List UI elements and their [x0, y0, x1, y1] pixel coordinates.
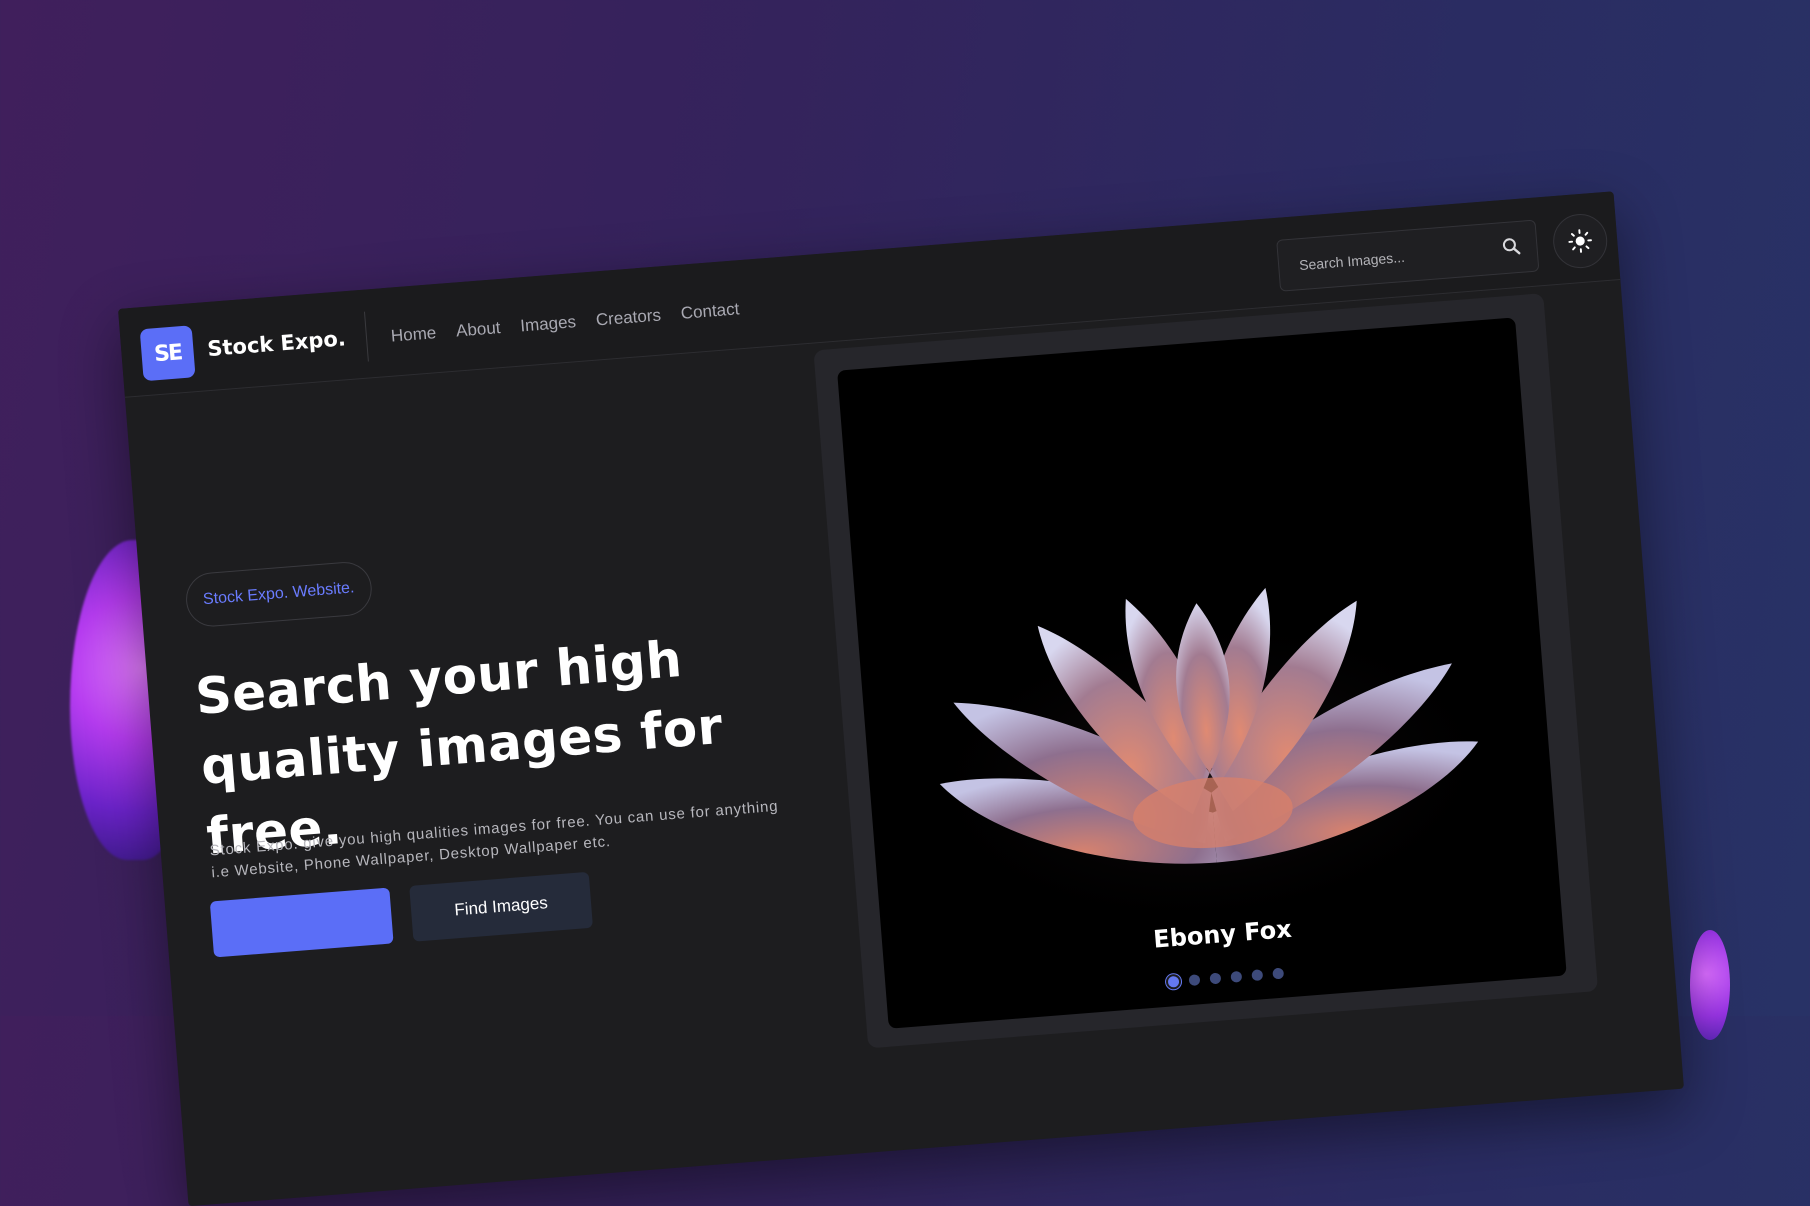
- theme-toggle-button[interactable]: [1551, 212, 1609, 270]
- slider-dot[interactable]: [1251, 969, 1263, 981]
- nav-link-about[interactable]: About: [455, 318, 501, 341]
- search-box: [1276, 220, 1539, 292]
- search-input[interactable]: [1296, 238, 1491, 277]
- search-icon[interactable]: [1500, 235, 1524, 259]
- logo-text: SE: [153, 340, 182, 367]
- nav-link-creators[interactable]: Creators: [595, 305, 662, 330]
- sun-icon: [1566, 227, 1594, 255]
- nav-link-home[interactable]: Home: [390, 323, 437, 346]
- hero-section: Stock Expo. Website. Search your high qu…: [184, 524, 832, 575]
- decorative-blob-right: [1690, 930, 1730, 1040]
- nav-link-images[interactable]: Images: [520, 312, 577, 336]
- brand-name[interactable]: Stock Expo.: [206, 326, 346, 361]
- slider-dot[interactable]: [1272, 968, 1284, 980]
- hero-badge: Stock Expo. Website.: [184, 560, 373, 628]
- gallery-slide[interactable]: Ebony Fox: [837, 317, 1567, 1028]
- slider-dot[interactable]: [1189, 974, 1201, 986]
- slider-dot[interactable]: [1230, 971, 1242, 983]
- find-images-button[interactable]: Find Images: [409, 872, 593, 942]
- nav-link-contact[interactable]: Contact: [680, 299, 740, 324]
- logo[interactable]: SE: [140, 325, 196, 381]
- slider-dot[interactable]: [1168, 976, 1180, 988]
- primary-cta-button[interactable]: [210, 888, 394, 958]
- website-mockup: SE Stock Expo. Home About Images Creator…: [118, 191, 1684, 1206]
- slider-dot[interactable]: [1209, 973, 1221, 985]
- nav-divider: [364, 312, 369, 362]
- nav-links: Home About Images Creators Contact: [390, 299, 740, 346]
